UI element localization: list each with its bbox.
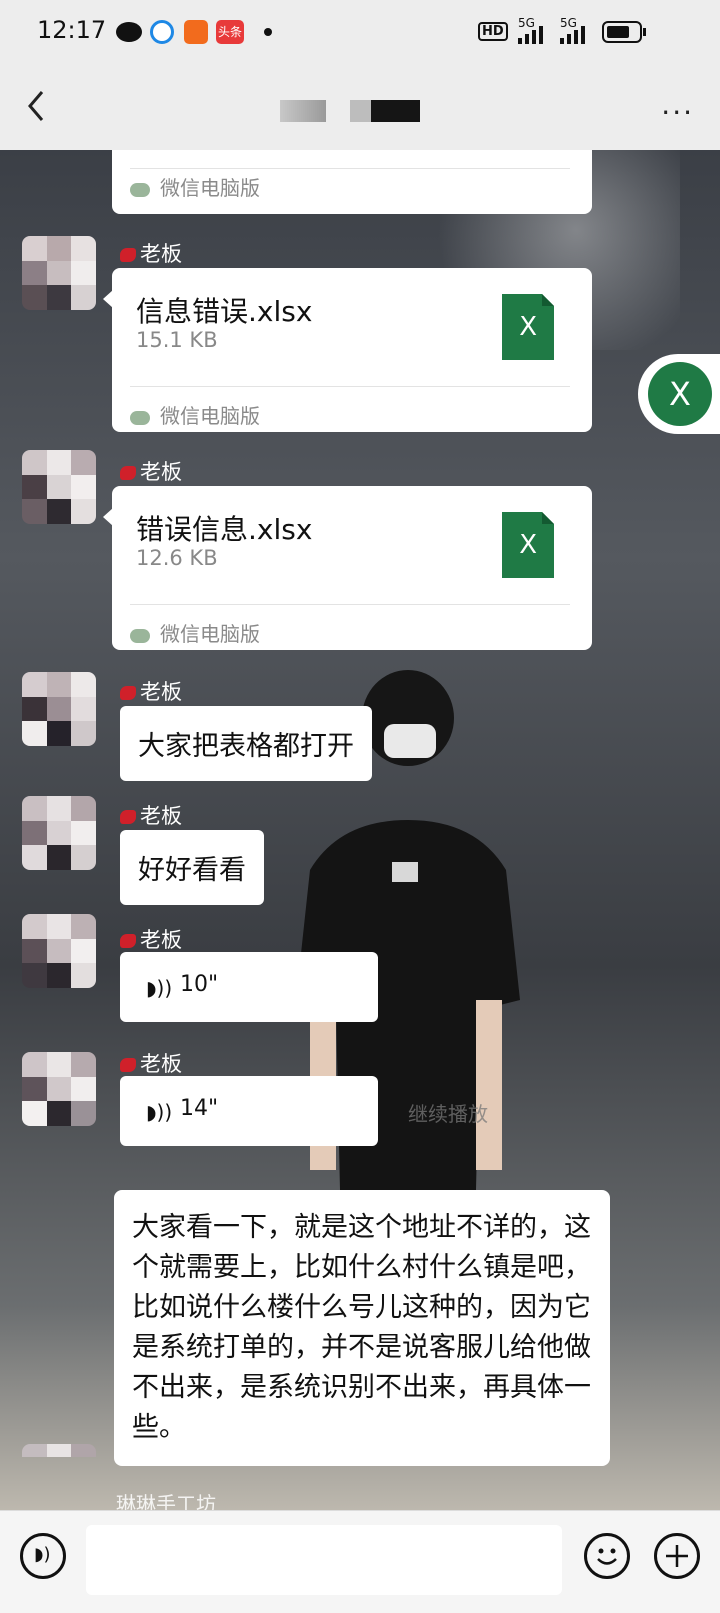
file-source: 微信电脑版	[130, 618, 260, 647]
file-name: 错误信息.xlsx	[136, 513, 313, 546]
avatar[interactable]	[22, 450, 96, 524]
sender-name: 老板	[120, 676, 182, 706]
file-source: 微信电脑版	[130, 172, 260, 201]
chat-header: ···	[0, 64, 720, 150]
lips-icon	[120, 810, 136, 824]
avatar[interactable]	[22, 236, 96, 310]
voice-input-button[interactable]: ◗)	[20, 1533, 66, 1579]
back-arrow-icon[interactable]	[22, 86, 52, 126]
voice-duration: 10"	[180, 972, 219, 997]
more-options-button[interactable]: ···	[661, 96, 694, 129]
voice-duration: 14"	[180, 1096, 219, 1121]
file-divider	[130, 168, 570, 169]
wechat-icon	[116, 22, 142, 42]
sender-name: 老板	[120, 238, 182, 268]
sender-name: 琳琳手工坊	[116, 1492, 216, 1510]
avatar[interactable]	[22, 914, 96, 988]
file-divider	[130, 386, 570, 387]
app-icon	[184, 20, 208, 44]
chat-area[interactable]: 微信电脑版 老板 信息错误.xlsx 15.1 KB X 微信电脑版 老板 错误…	[0, 150, 720, 1510]
voice-wave-icon: ◗))	[146, 976, 173, 1000]
status-time: 12:17	[37, 16, 107, 44]
file-name: 信息错误.xlsx	[136, 295, 313, 328]
resume-playback-label[interactable]: 继续播放	[408, 1098, 488, 1127]
file-divider	[130, 604, 570, 605]
chat-title-redacted-2	[350, 100, 420, 122]
file-size: 15.1 KB	[136, 328, 218, 352]
text-message[interactable]: 大家把表格都打开	[120, 706, 372, 781]
voice-transcript[interactable]: 大家看一下，就是这个地址不详的，这个就需要上，比如什么村什么镇是吧，比如说什么楼…	[114, 1190, 610, 1466]
lips-icon	[120, 466, 136, 480]
file-message[interactable]: 信息错误.xlsx 15.1 KB X 微信电脑版	[103, 268, 592, 432]
lips-icon	[120, 1058, 136, 1072]
wechat-pc-icon	[130, 410, 150, 425]
emoji-button[interactable]	[584, 1533, 630, 1579]
voice-wave-icon: ◗))	[146, 1100, 173, 1124]
browser-icon	[150, 20, 174, 44]
sender-name: 老板	[120, 924, 182, 954]
avatar[interactable]	[22, 1444, 96, 1484]
sender-name: 老板	[120, 1048, 182, 1078]
text-message[interactable]: 好好看看	[120, 830, 264, 905]
chat-title-redacted	[280, 100, 326, 122]
avatar[interactable]	[22, 1052, 96, 1126]
voice-icon: ◗)	[34, 1544, 51, 1565]
plus-icon	[666, 1545, 688, 1567]
avatar[interactable]	[22, 672, 96, 746]
file-message[interactable]: 错误信息.xlsx 12.6 KB X 微信电脑版	[103, 486, 592, 650]
sender-name: 老板	[120, 800, 182, 830]
notification-dot-icon	[264, 28, 272, 36]
file-size: 12.6 KB	[136, 546, 218, 570]
more-functions-button[interactable]	[654, 1533, 700, 1579]
file-source: 微信电脑版	[130, 400, 260, 429]
battery-icon	[602, 21, 646, 43]
signal-2-icon	[560, 26, 585, 44]
file-message-tail[interactable]: 微信电脑版	[112, 150, 592, 214]
excel-float-icon: X	[648, 362, 712, 426]
status-bar: 12:17 头条 HD 5G 5G	[0, 0, 720, 64]
lips-icon	[120, 934, 136, 948]
lips-icon	[120, 248, 136, 262]
excel-file-icon-label: X	[519, 530, 537, 560]
message-input[interactable]	[86, 1525, 562, 1595]
voice-message[interactable]: ◗)) 10"	[120, 952, 378, 1022]
hd-icon: HD	[478, 22, 508, 41]
floating-excel-button[interactable]: X	[638, 354, 720, 434]
avatar[interactable]	[22, 796, 96, 870]
sender-name: 老板	[120, 456, 182, 486]
voice-message[interactable]: ◗)) 14"	[120, 1076, 378, 1146]
toutiao-icon: 头条	[216, 20, 244, 44]
lips-icon	[120, 686, 136, 700]
signal-1-icon	[518, 26, 543, 44]
wechat-pc-icon	[130, 628, 150, 643]
wechat-pc-icon	[130, 182, 150, 197]
excel-file-icon-label: X	[519, 312, 537, 342]
input-bar: ◗)	[0, 1510, 720, 1613]
emoji-icon	[597, 1548, 617, 1565]
